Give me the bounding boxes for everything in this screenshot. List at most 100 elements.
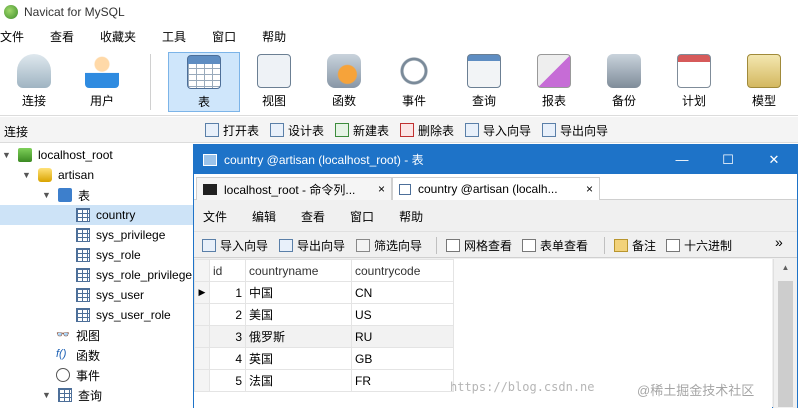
glasses-icon: 👓: [56, 329, 70, 341]
report-button[interactable]: 报表: [520, 52, 588, 112]
close-icon[interactable]: ×: [378, 182, 385, 196]
tree-events[interactable]: 事件: [56, 365, 100, 385]
row-header[interactable]: [194, 347, 210, 370]
form-view-button[interactable]: 表单查看: [522, 237, 588, 254]
vertical-scrollbar[interactable]: ▲: [773, 259, 797, 408]
chevron-down-icon[interactable]: ▼: [22, 170, 32, 180]
chevron-down-icon[interactable]: ▼: [2, 150, 12, 160]
scrollbar-thumb[interactable]: [778, 281, 793, 407]
menu-edit[interactable]: 编辑: [252, 208, 276, 225]
tree-views[interactable]: 👓 视图: [56, 325, 100, 345]
import-icon: [465, 123, 479, 137]
tree-database[interactable]: ▼ artisan: [22, 165, 94, 185]
column-header-countrycode[interactable]: countrycode: [351, 259, 454, 282]
column-header-countryname[interactable]: countryname: [245, 259, 352, 282]
table-button[interactable]: 表: [168, 52, 240, 112]
cell-countryname[interactable]: 中国: [245, 281, 352, 304]
tree-table-item[interactable]: sys_privilege: [76, 225, 165, 245]
scroll-up-icon[interactable]: ▲: [774, 263, 797, 272]
cell-id[interactable]: 5: [209, 369, 246, 392]
minimize-button[interactable]: —: [659, 145, 705, 174]
model-button[interactable]: 模型: [730, 52, 798, 112]
table-window-titlebar[interactable]: country @artisan (localhost_root) - 表 — …: [194, 145, 797, 174]
table-window-toolbar: 导入向导 导出向导 筛选向导 网格查看 表单查看 备注 十六进制 »: [194, 231, 797, 258]
cell-countrycode[interactable]: US: [351, 303, 454, 326]
tree-queries[interactable]: ▼ 查询: [42, 385, 102, 405]
import-wizard-button[interactable]: 导入向导: [465, 122, 531, 138]
new-table-button[interactable]: 新建表: [335, 122, 389, 138]
grid-view-button[interactable]: 网格查看: [446, 237, 512, 254]
menu-view[interactable]: 查看: [301, 208, 325, 225]
cell-countrycode[interactable]: RU: [351, 325, 454, 348]
table-window-menubar: 文件 编辑 查看 窗口 帮助: [194, 201, 797, 231]
tree-table-item[interactable]: sys_user: [76, 285, 144, 305]
maximize-button[interactable]: ☐: [705, 145, 751, 174]
menu-file[interactable]: 文件: [203, 208, 227, 225]
open-table-button[interactable]: 打开表: [205, 122, 259, 138]
chevron-down-icon[interactable]: ▼: [42, 190, 52, 200]
cell-id[interactable]: 4: [209, 347, 246, 370]
tree-table-item[interactable]: sys_role_privilege: [76, 265, 192, 285]
query-button[interactable]: 查询: [450, 52, 518, 112]
menu-file[interactable]: 文件: [0, 28, 36, 45]
user-button[interactable]: 用户: [68, 52, 136, 112]
table-row[interactable]: 3 俄罗斯 RU: [194, 325, 454, 348]
tree-table-item[interactable]: sys_user_role: [76, 305, 171, 325]
import-wizard-button[interactable]: 导入向导: [202, 237, 268, 254]
menu-window[interactable]: 窗口: [212, 28, 248, 45]
tree-connection[interactable]: ▼ localhost_root: [2, 145, 113, 165]
menu-help[interactable]: 帮助: [399, 208, 423, 225]
cell-id[interactable]: 1: [209, 281, 246, 304]
row-header[interactable]: [194, 325, 210, 348]
cell-countryname[interactable]: 法国: [245, 369, 352, 392]
export-wizard-button[interactable]: 导出向导: [542, 122, 608, 138]
menu-favorites[interactable]: 收藏夹: [100, 28, 148, 45]
column-header-id[interactable]: id: [209, 259, 246, 282]
tree-table-item[interactable]: country: [0, 205, 200, 225]
tree-functions[interactable]: f() 函数: [56, 345, 100, 365]
cell-countryname[interactable]: 俄罗斯: [245, 325, 352, 348]
table-row[interactable]: 4 英国 GB: [194, 347, 454, 370]
cell-id[interactable]: 2: [209, 303, 246, 326]
cell-id[interactable]: 3: [209, 325, 246, 348]
cell-countrycode[interactable]: CN: [351, 281, 454, 304]
tab-command-line[interactable]: localhost_root - 命令列... ×: [196, 177, 392, 200]
table-row[interactable]: 5 法国 FR: [194, 369, 454, 392]
cell-countrycode[interactable]: GB: [351, 347, 454, 370]
view-button[interactable]: 视图: [240, 52, 308, 112]
row-header[interactable]: [194, 369, 210, 392]
cell-countryname[interactable]: 美国: [245, 303, 352, 326]
schedule-button[interactable]: 计划: [660, 52, 728, 112]
event-button[interactable]: 事件: [380, 52, 448, 112]
cell-countryname[interactable]: 英国: [245, 347, 352, 370]
tree-tables-folder[interactable]: ▼ 表: [42, 185, 90, 205]
menu-view[interactable]: 查看: [50, 28, 86, 45]
menu-window[interactable]: 窗口: [350, 208, 374, 225]
function-button[interactable]: 函数: [310, 52, 378, 112]
query-icon: [58, 388, 72, 402]
report-icon: [537, 54, 571, 88]
menu-help[interactable]: 帮助: [262, 28, 298, 45]
backup-button[interactable]: 备份: [590, 52, 658, 112]
memo-button[interactable]: 备注: [614, 237, 656, 254]
delete-table-icon: [400, 123, 414, 137]
tree-table-item[interactable]: sys_role: [76, 245, 141, 265]
delete-table-button[interactable]: 删除表: [400, 122, 454, 138]
export-wizard-button[interactable]: 导出向导: [279, 237, 345, 254]
tab-country-table[interactable]: country @artisan (localh... ×: [392, 177, 600, 200]
close-button[interactable]: ✕: [751, 145, 797, 174]
cell-countrycode[interactable]: FR: [351, 369, 454, 392]
chevron-down-icon[interactable]: ▼: [42, 390, 52, 400]
connection-button[interactable]: 连接: [0, 52, 68, 112]
row-header[interactable]: [194, 303, 210, 326]
design-table-button[interactable]: 设计表: [270, 122, 324, 138]
toolbar-overflow-button[interactable]: »: [775, 234, 783, 250]
current-row-indicator-icon[interactable]: ▶: [194, 281, 210, 304]
filter-wizard-button[interactable]: 筛选向导: [356, 237, 422, 254]
table-row[interactable]: ▶ 1 中国 CN: [194, 281, 454, 304]
menu-tools[interactable]: 工具: [162, 28, 198, 45]
object-pane-label: 连接: [4, 125, 29, 139]
close-icon[interactable]: ×: [586, 182, 593, 196]
table-row[interactable]: 2 美国 US: [194, 303, 454, 326]
hex-button[interactable]: 十六进制: [666, 237, 732, 254]
